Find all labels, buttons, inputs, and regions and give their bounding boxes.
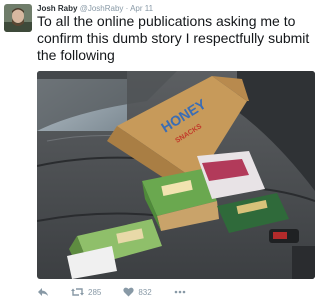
like-count: 832 <box>138 287 152 297</box>
like-action[interactable]: 832 <box>123 287 152 297</box>
retweet-action[interactable]: 285 <box>71 287 101 297</box>
more-action[interactable] <box>174 290 186 294</box>
avatar[interactable] <box>4 4 32 32</box>
author-handle[interactable]: @JoshRaby <box>80 4 124 13</box>
tweet-card: Josh Raby @JoshRaby · Apr 11 To all the … <box>0 0 320 302</box>
tweet-text: To all the online publications asking me… <box>37 13 310 63</box>
tweet-actions: 285 832 <box>37 283 315 301</box>
like-icon[interactable] <box>123 287 135 297</box>
retweet-count: 285 <box>88 287 102 297</box>
separator-dot: · <box>125 4 129 13</box>
tweet-timestamp[interactable]: Apr 11 <box>130 4 153 13</box>
reply-action[interactable] <box>37 287 49 297</box>
tweet-photo[interactable]: HONEY SNACKS <box>37 71 315 279</box>
reply-icon[interactable] <box>37 287 49 297</box>
more-icon[interactable] <box>174 290 186 294</box>
retweet-icon[interactable] <box>71 287 84 297</box>
author-name[interactable]: Josh Raby <box>37 4 77 13</box>
